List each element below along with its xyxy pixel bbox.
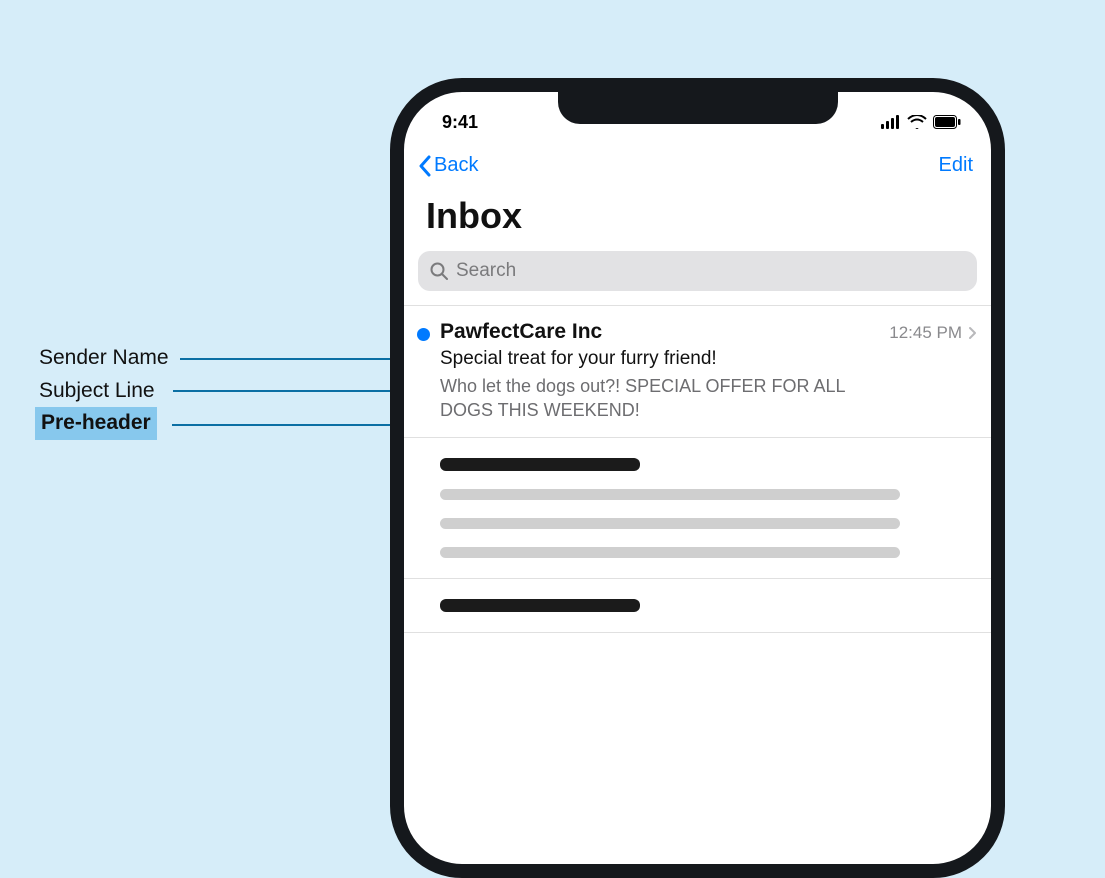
email-time: 12:45 PM [889,323,962,343]
back-button[interactable]: Back [418,154,478,177]
email-list: PawfectCare Inc 12:45 PM Special treat f… [404,305,991,633]
status-time: 9:41 [442,112,478,133]
cellular-icon [881,115,901,129]
placeholder-bar [440,599,640,612]
wifi-icon [907,115,927,129]
page-title: Inbox [404,183,991,251]
unread-indicator [417,328,430,341]
battery-icon [933,115,961,129]
email-row-placeholder [404,579,991,633]
leader-line [180,358,415,360]
phone-frame: 9:41 Back Edit Inbox Search PawfectCare … [390,78,1005,878]
search-icon [430,262,448,280]
chevron-left-icon [418,155,432,177]
placeholder-bar [440,458,640,471]
email-preheader: Who let the dogs out?! SPECIAL OFFER FOR… [440,374,880,423]
email-row[interactable]: PawfectCare Inc 12:45 PM Special treat f… [404,306,991,438]
email-subject: Special treat for your furry friend! [440,348,977,370]
placeholder-bar [440,489,900,500]
chevron-right-icon [968,326,977,340]
nav-bar: Back Edit [404,140,991,183]
back-label: Back [434,154,478,177]
search-input[interactable]: Search [418,251,977,291]
email-row-placeholder [404,438,991,579]
email-time-group: 12:45 PM [889,323,977,343]
placeholder-bar [440,547,900,558]
placeholder-bar [440,518,900,529]
annotation-preheader: Pre-header [35,407,157,440]
phone-notch [558,88,838,124]
status-icons [881,115,961,129]
search-placeholder: Search [456,260,516,282]
email-sender: PawfectCare Inc [440,320,602,344]
edit-button[interactable]: Edit [939,154,973,177]
